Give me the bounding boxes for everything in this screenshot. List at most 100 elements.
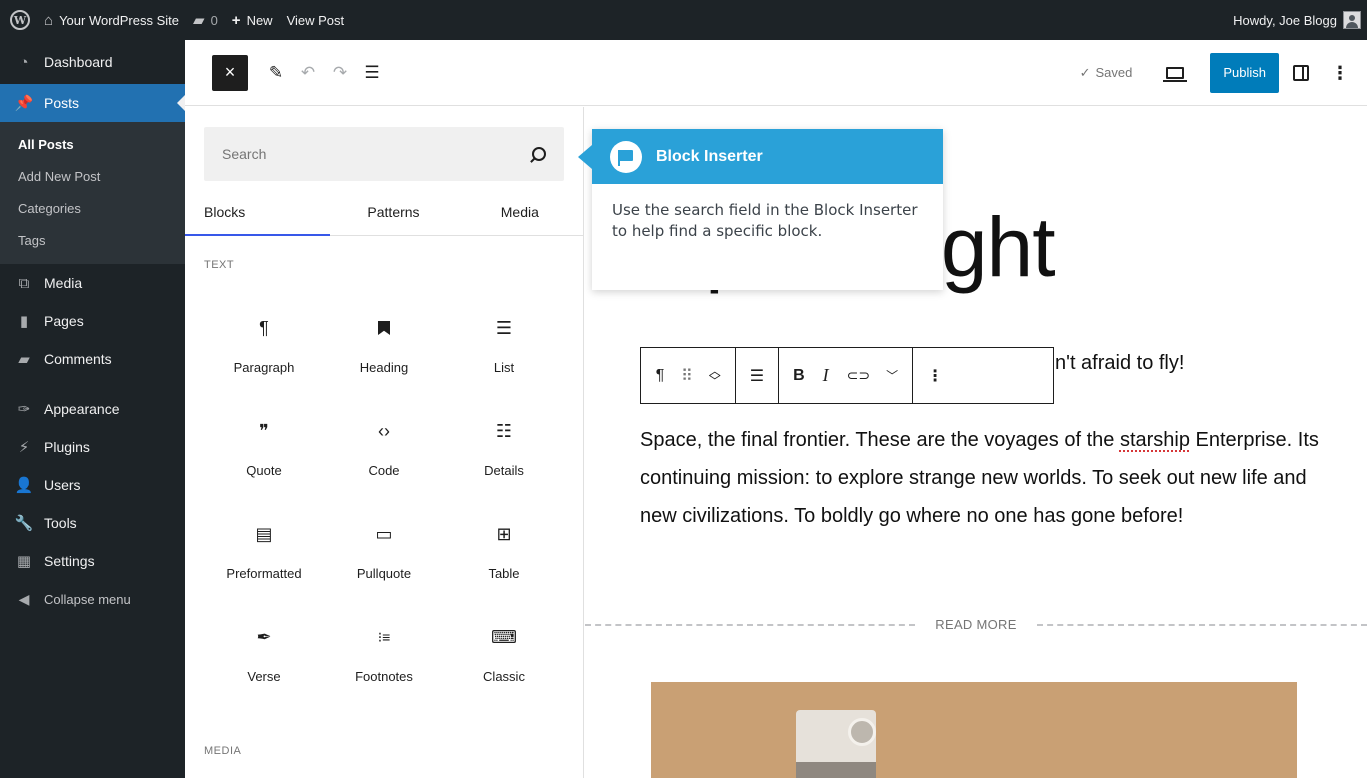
menu-posts[interactable]: 📌 Posts <box>0 84 185 122</box>
wordpress-logo-menu[interactable]: W <box>0 0 37 40</box>
admin-bar: W ⌂ Your WordPress Site ▰ 0 + New View P… <box>0 0 1367 40</box>
submenu-categories[interactable]: Categories <box>0 192 185 224</box>
redo-button[interactable]: ↷ <box>324 55 356 91</box>
menu-pages[interactable]: ▮ Pages <box>0 302 185 340</box>
paintbrush-icon: ✑ <box>17 401 31 418</box>
menu-settings[interactable]: ▦ Settings <box>0 542 185 580</box>
comments-link[interactable]: ▰ 0 <box>186 0 225 40</box>
block-label: Quote <box>246 463 282 478</box>
tools-pen-button[interactable]: ✎ <box>260 55 292 91</box>
block-label: Pullquote <box>356 566 412 581</box>
my-account-menu[interactable]: Howdy, Joe Blogg <box>1226 0 1367 40</box>
feather-icon: ✒ <box>256 626 272 647</box>
posts-submenu: All Posts Add New Post Categories Tags <box>0 122 185 264</box>
align-left-icon[interactable]: ☰ <box>744 358 770 394</box>
bold-button[interactable]: B <box>787 358 811 394</box>
menu-dashboard-label: Dashboard <box>44 54 113 70</box>
search-icon <box>532 147 546 161</box>
menu-tools[interactable]: 🔧 Tools <box>0 504 185 542</box>
read-more-separator[interactable]: READ MORE <box>585 617 1367 632</box>
submenu-tags[interactable]: Tags <box>0 224 185 256</box>
submenu-add-new-post[interactable]: Add New Post <box>0 160 185 192</box>
block-preformatted[interactable]: ▤ Preformatted <box>204 497 324 600</box>
block-verse[interactable]: ✒ Verse <box>204 600 324 703</box>
block-pullquote[interactable]: ▭ Pullquote <box>324 497 444 600</box>
paragraph-transform-button[interactable]: ¶ <box>649 358 671 394</box>
menu-posts-label: Posts <box>44 95 80 111</box>
block-details[interactable]: ☷ Details <box>444 394 564 497</box>
link-icon[interactable]: ⊂⊃ <box>841 358 876 394</box>
preformatted-icon: ▤ <box>255 523 273 544</box>
block-quote[interactable]: ❞ Quote <box>204 394 324 497</box>
code-icon: ‹› <box>378 420 390 441</box>
menu-appearance[interactable]: ✑ Appearance <box>0 390 185 428</box>
block-heading[interactable]: Heading <box>324 291 444 394</box>
undo-button[interactable]: ↶ <box>292 55 324 91</box>
redo-icon: ↷ <box>332 62 348 82</box>
more-options-icon[interactable]: ⋮ <box>1331 64 1349 82</box>
tab-patterns[interactable]: Patterns <box>330 189 456 235</box>
menu-settings-label: Settings <box>44 553 95 569</box>
plus-icon: + <box>231 11 241 29</box>
tooltip-body: Use the search field in the Block Insert… <box>612 201 918 240</box>
italic-button[interactable]: I <box>815 358 837 394</box>
block-code[interactable]: ‹› Code <box>324 394 444 497</box>
site-name-link[interactable]: ⌂ Your WordPress Site <box>37 0 186 40</box>
block-search-input[interactable]: Search <box>204 127 564 181</box>
close-inserter-button[interactable]: × <box>212 54 248 91</box>
settings-sidebar-icon[interactable] <box>1293 64 1309 81</box>
block-grid: ¶ Paragraph Heading ☰ List ❞ Quote ‹› Co… <box>204 291 564 703</box>
preview-button[interactable] <box>1154 61 1196 85</box>
chevron-down-icon[interactable]: ﹀ <box>880 358 904 394</box>
block-label: Classic <box>483 669 525 684</box>
drag-handle-icon[interactable]: ⠿ <box>675 358 699 394</box>
tooltip-header: Block Inserter <box>592 129 943 184</box>
document-overview-button[interactable]: ☰ <box>356 55 388 91</box>
undo-icon: ↶ <box>300 62 316 82</box>
users-icon: 👤 <box>14 477 34 494</box>
menu-separator <box>0 378 185 390</box>
publish-button[interactable]: Publish <box>1210 52 1279 93</box>
collapse-menu-button[interactable]: ◀ Collapse menu <box>0 580 185 618</box>
settings-icon: ▦ <box>16 553 32 570</box>
toolbar-options-group: ⋮ <box>913 348 957 403</box>
content-paragraph[interactable]: Space, the final frontier. These are the… <box>640 421 1320 535</box>
category-media-heading: MEDIA <box>204 745 242 757</box>
menu-plugins[interactable]: ⚡ Plugins <box>0 428 185 466</box>
category-text-heading: TEXT <box>204 259 235 271</box>
new-content-link[interactable]: + New <box>225 0 280 40</box>
block-table[interactable]: ⊞ Table <box>444 497 564 600</box>
block-options-icon[interactable]: ⋮ <box>921 358 949 394</box>
laptop-icon <box>1163 66 1188 82</box>
tab-blocks[interactable]: Blocks <box>185 189 331 236</box>
howdy-label: Howdy, Joe Blogg <box>1233 12 1337 28</box>
menu-media[interactable]: ⧉ Media <box>0 264 185 302</box>
menu-comments[interactable]: ▰ Comments <box>0 340 185 378</box>
menu-comments-label: Comments <box>44 351 112 367</box>
details-icon: ☷ <box>495 420 513 441</box>
featured-image[interactable] <box>651 682 1297 778</box>
collapse-icon: ◀ <box>18 590 30 607</box>
menu-users[interactable]: 👤 Users <box>0 466 185 504</box>
comment-icon: ▰ <box>193 12 205 29</box>
block-paragraph[interactable]: ¶ Paragraph <box>204 291 324 394</box>
block-footnotes[interactable]: ⁝≡ Footnotes <box>324 600 444 703</box>
block-list[interactable]: ☰ List <box>444 291 564 394</box>
block-classic[interactable]: ⌨ Classic <box>444 600 564 703</box>
subheading-text[interactable]: n't afraid to fly! <box>1055 352 1184 375</box>
list-view-icon: ☰ <box>364 62 380 82</box>
misspelled-word: starship <box>1119 429 1190 451</box>
block-label: Paragraph <box>233 360 295 375</box>
view-post-link[interactable]: View Post <box>280 0 352 40</box>
pages-icon: ▮ <box>19 313 29 330</box>
pullquote-icon: ▭ <box>375 523 393 544</box>
block-label: Table <box>488 566 520 581</box>
block-toolbar: ¶ ⠿ ︿ ﹀ ☰ B I ⊂⊃ ﹀ ⋮ <box>640 347 1054 404</box>
bookmark-icon <box>378 321 390 335</box>
toolbar-align-group: ☰ <box>736 348 780 403</box>
tab-media[interactable]: Media <box>457 189 583 235</box>
move-up-down-icon[interactable]: ︿ ﹀ <box>703 358 727 394</box>
submenu-all-posts[interactable]: All Posts <box>0 128 185 160</box>
new-label: New <box>246 12 273 28</box>
menu-dashboard[interactable]: ◔ Dashboard <box>0 40 185 84</box>
